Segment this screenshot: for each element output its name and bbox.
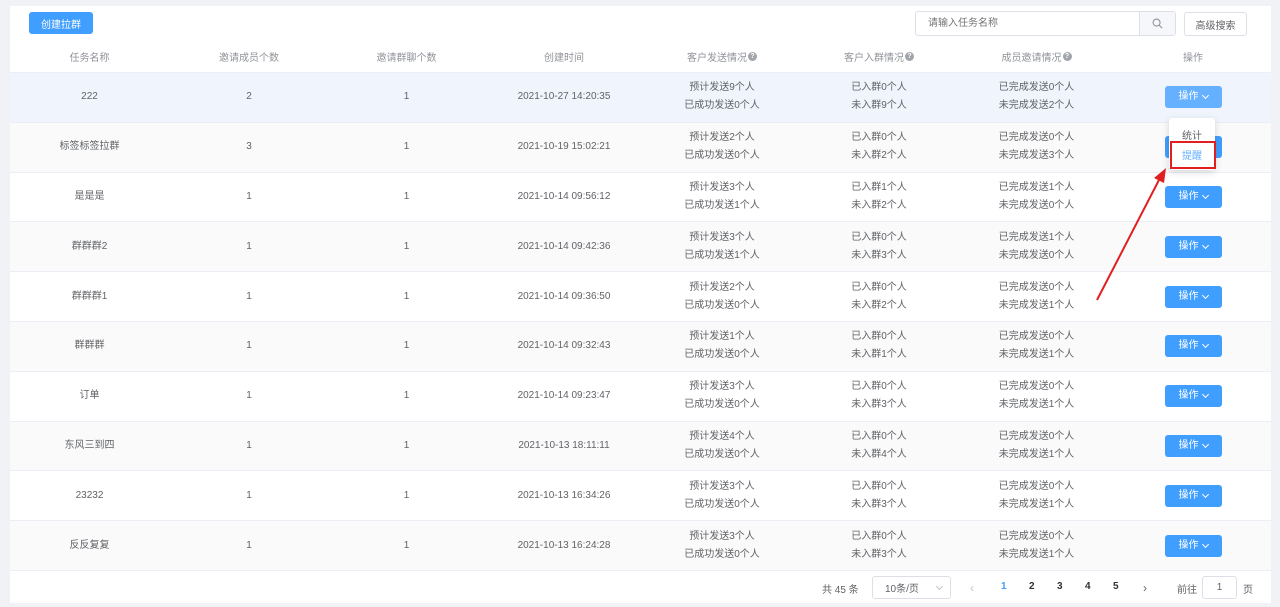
annotation-arrow — [1096, 168, 1166, 301]
